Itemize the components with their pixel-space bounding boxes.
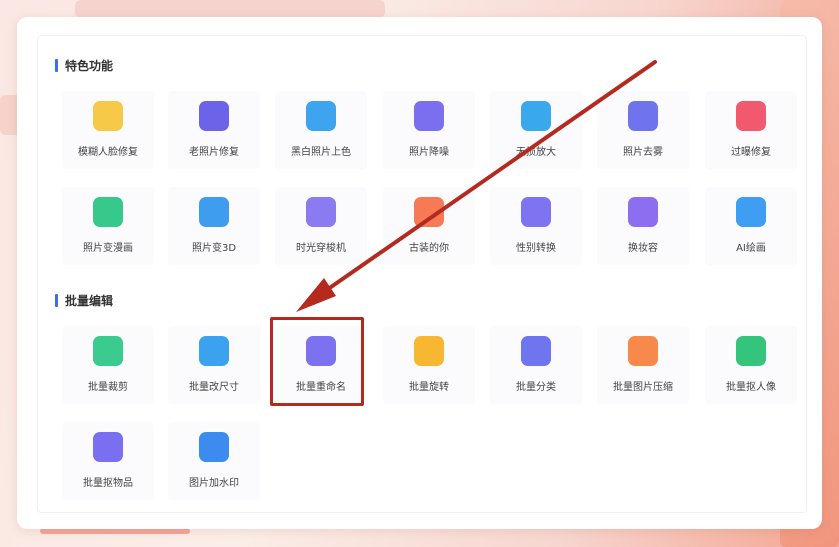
tile-label: 古装的你	[409, 243, 449, 254]
ai-painting-icon	[736, 197, 766, 227]
rotate-icon	[414, 336, 444, 366]
featured-tool-tile[interactable]: 模糊人脸修复	[62, 91, 154, 169]
tile-label: 换妆容	[628, 243, 658, 254]
batch-tool-tile[interactable]: 批量裁剪	[62, 326, 154, 404]
batch-tool-tile[interactable]: 批量改尺寸	[168, 326, 260, 404]
portrait-cutout-icon	[736, 336, 766, 366]
tile-label: 批量图片压缩	[613, 382, 673, 393]
tile-label: 批量裁剪	[88, 382, 128, 393]
makeup-icon	[628, 197, 658, 227]
ancient-costume-icon	[414, 197, 444, 227]
featured-tool-tile[interactable]: 换妆容	[597, 187, 689, 265]
enlarge-icon	[521, 101, 551, 131]
section-marker	[55, 293, 58, 307]
time-machine-icon	[306, 197, 336, 227]
tile-label: 模糊人脸修复	[78, 147, 138, 158]
batch-tool-tile[interactable]: 图片加水印	[168, 422, 260, 500]
highlight-box	[270, 317, 364, 406]
featured-tool-tile[interactable]: 照片去雾	[597, 91, 689, 169]
section-title-batch: 批量编辑	[55, 292, 113, 308]
tile-label: 批量抠物品	[83, 478, 133, 489]
featured-tool-tile[interactable]: 古装的你	[383, 187, 475, 265]
tile-label: 老照片修复	[189, 147, 239, 158]
featured-tool-tile[interactable]: 时光穿梭机	[275, 187, 367, 265]
tile-label: 批量抠人像	[726, 382, 776, 393]
overexposure-icon	[736, 101, 766, 131]
featured-tool-tile[interactable]: AI绘画	[705, 187, 797, 265]
featured-tool-tile[interactable]: 性别转换	[490, 187, 582, 265]
denoise-icon	[414, 101, 444, 131]
batch-tool-tile[interactable]: 批量旋转	[383, 326, 475, 404]
gender-swap-icon	[521, 197, 551, 227]
tile-label: 批量旋转	[409, 382, 449, 393]
batch-tool-tile[interactable]: 批量图片压缩	[597, 326, 689, 404]
featured-tool-tile[interactable]: 照片变3D	[168, 187, 260, 265]
tile-label: 照片变漫画	[83, 243, 133, 254]
cartoon-icon	[93, 197, 123, 227]
batch-tool-tile[interactable]: 批量分类	[490, 326, 582, 404]
watermark-icon	[199, 432, 229, 462]
tile-label: 批量分类	[516, 382, 556, 393]
tile-label: 批量改尺寸	[189, 382, 239, 393]
resize-icon	[199, 336, 229, 366]
tile-label: 照片变3D	[191, 243, 237, 254]
tile-label: 性别转换	[516, 243, 556, 254]
section-title-featured: 特色功能	[55, 57, 113, 73]
tile-label: 照片降噪	[409, 147, 449, 158]
featured-tool-tile[interactable]: 无损放大	[490, 91, 582, 169]
defog-icon	[628, 101, 658, 131]
photo-repair-icon	[199, 101, 229, 131]
object-cutout-icon	[93, 432, 123, 462]
tile-label: 无损放大	[516, 147, 556, 158]
tile-label: 过曝修复	[731, 147, 771, 158]
compress-icon	[628, 336, 658, 366]
classify-icon	[521, 336, 551, 366]
batch-tool-tile[interactable]: 批量抠人像	[705, 326, 797, 404]
palette-icon	[306, 101, 336, 131]
section-title-text: 特色功能	[65, 58, 114, 73]
section-marker	[55, 58, 58, 72]
tile-label: 照片去雾	[623, 147, 663, 158]
featured-tool-tile[interactable]: 照片变漫画	[62, 187, 154, 265]
tile-label: 黑白照片上色	[291, 147, 351, 158]
tile-label: 图片加水印	[189, 478, 239, 489]
crop-icon	[93, 336, 123, 366]
featured-tool-tile[interactable]: 黑白照片上色	[275, 91, 367, 169]
cube-3d-icon	[199, 197, 229, 227]
batch-tool-tile[interactable]: 批量抠物品	[62, 422, 154, 500]
featured-tool-tile[interactable]: 照片降噪	[383, 91, 475, 169]
featured-tool-tile[interactable]: 过曝修复	[705, 91, 797, 169]
section-title-text: 批量编辑	[65, 293, 114, 308]
face-smile-icon	[93, 101, 123, 131]
tile-label: 时光穿梭机	[296, 243, 346, 254]
tile-label: AI绘画	[736, 243, 766, 254]
featured-tool-tile[interactable]: 老照片修复	[168, 91, 260, 169]
background-decoration	[75, 0, 385, 18]
